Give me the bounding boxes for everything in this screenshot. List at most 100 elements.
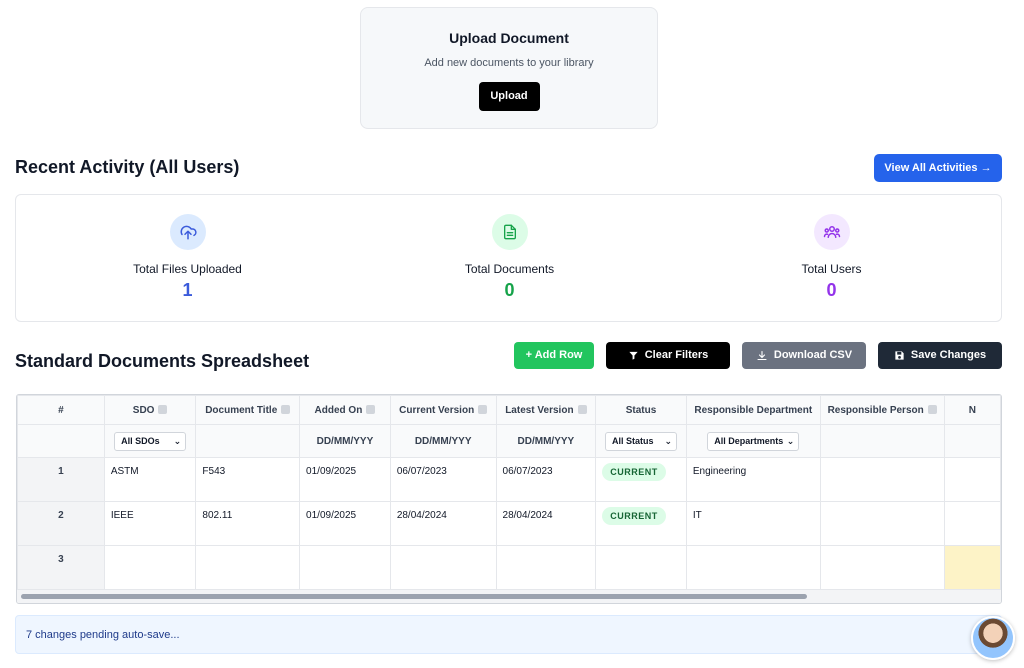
row-number: 3 (17, 545, 105, 590)
cell-latest[interactable] (495, 545, 597, 590)
scrollbar-thumb[interactable] (21, 594, 807, 599)
status-badge: CURRENT (602, 507, 666, 525)
stat-total-files: Total Files Uploaded 1 (23, 195, 352, 301)
status-badge: CURRENT (602, 463, 666, 481)
cell-added[interactable]: 01/09/2025 (299, 457, 391, 502)
header-row: # SDO Document Title Added On Current Ve… (17, 395, 1001, 425)
column-header[interactable]: Added On (299, 395, 391, 425)
column-header[interactable]: # (17, 395, 105, 425)
stat-total-documents: Total Documents 0 (345, 195, 674, 301)
cell-extra-selected[interactable] (943, 545, 1001, 590)
column-header[interactable]: SDO (103, 395, 197, 425)
column-header[interactable]: Document Title (195, 395, 301, 425)
current-version-filter[interactable]: DD/MM/YYY (415, 436, 472, 447)
table-row: 3 (17, 545, 1001, 590)
cell-status[interactable]: CURRENT (595, 457, 687, 502)
recent-activity-title: Recent Activity (All Users) (15, 157, 240, 177)
column-header[interactable]: Latest Version (495, 395, 597, 425)
sdo-filter-select[interactable]: All SDOs ⌄ (114, 431, 187, 451)
column-header[interactable]: Responsible Person (819, 395, 945, 425)
filter-x-icon (629, 351, 638, 360)
cloud-upload-icon (169, 214, 206, 250)
cell-department[interactable]: Engineering (685, 457, 821, 502)
clear-filters-button[interactable]: Clear Filters (606, 342, 730, 369)
autosave-status-bar: 7 changes pending auto-save... (15, 615, 1002, 654)
cell-person[interactable] (819, 457, 945, 502)
cell-title[interactable]: 802.11 (195, 501, 301, 546)
stats-card: Total Files Uploaded 1 Total Documents 0… (15, 194, 1002, 322)
row-number: 2 (17, 501, 105, 546)
chevron-down-icon: ⌄ (664, 435, 673, 446)
save-changes-button[interactable]: Save Changes (878, 342, 1002, 369)
document-icon (491, 214, 528, 250)
cell-sdo[interactable]: ASTM (103, 457, 197, 502)
upload-button[interactable]: Upload (478, 82, 540, 111)
users-icon (813, 214, 850, 250)
row-number: 1 (17, 457, 105, 502)
stat-label: Total Files Uploaded (133, 262, 242, 276)
clear-filters-label: Clear Filters (644, 349, 709, 361)
upload-title: Upload Document (449, 30, 569, 46)
save-icon (895, 351, 904, 360)
sort-icon[interactable] (158, 405, 168, 415)
cell-current[interactable]: 28/04/2024 (389, 501, 497, 546)
cell-status[interactable] (595, 545, 687, 590)
download-csv-button[interactable]: Download CSV (742, 342, 866, 369)
status-filter-select[interactable]: All Status ⌄ (605, 431, 678, 451)
cell-sdo[interactable] (103, 545, 197, 590)
spreadsheet-table: # SDO Document Title Added On Current Ve… (17, 395, 1001, 590)
latest-version-filter[interactable]: DD/MM/YYY (518, 436, 575, 447)
chevron-down-icon: ⌄ (173, 435, 182, 446)
stat-value: 1 (182, 280, 193, 300)
cell-status[interactable]: CURRENT (595, 501, 687, 546)
cell-extra[interactable] (943, 457, 1001, 502)
cell-current[interactable]: 06/07/2023 (389, 457, 497, 502)
sort-icon[interactable] (478, 405, 488, 415)
cell-department[interactable] (685, 545, 821, 590)
cell-department[interactable]: IT (685, 501, 821, 546)
cell-current[interactable] (389, 545, 497, 590)
save-changes-label: Save Changes (910, 349, 987, 361)
cell-person[interactable] (819, 501, 945, 546)
column-header[interactable]: Responsible Department (685, 395, 821, 425)
department-filter-select[interactable]: All Departments ⌄ (707, 431, 800, 451)
stat-label: Total Users (801, 262, 862, 276)
add-row-label: + Add Row (525, 349, 583, 361)
table-row: 1 ASTM F543 01/09/2025 06/07/2023 06/07/… (17, 457, 1001, 502)
cell-latest[interactable]: 06/07/2023 (495, 457, 597, 502)
stat-label: Total Documents (464, 262, 555, 276)
column-header[interactable]: N (943, 395, 1001, 425)
assistant-avatar[interactable] (971, 616, 1015, 660)
stat-value: 0 (504, 280, 515, 300)
autosave-status-text: 7 changes pending auto-save... (26, 629, 180, 641)
stat-value: 0 (826, 280, 837, 300)
chevron-down-icon: ⌄ (786, 435, 795, 446)
column-header[interactable]: Status (595, 395, 687, 425)
cell-person[interactable] (819, 545, 945, 590)
download-csv-label: Download CSV (773, 349, 853, 361)
added-on-filter[interactable]: DD/MM/YYY (317, 436, 374, 447)
table-row: 2 IEEE 802.11 01/09/2025 28/04/2024 28/0… (17, 501, 1001, 546)
view-all-activities-button[interactable]: View All Activities → (874, 154, 1002, 182)
upload-subtitle: Add new documents to your library (424, 57, 594, 69)
cell-title[interactable]: F543 (195, 457, 301, 502)
cell-added[interactable]: 01/09/2025 (299, 501, 391, 546)
sort-icon[interactable] (281, 405, 291, 415)
stat-total-users: Total Users 0 (667, 195, 996, 301)
column-header[interactable]: Current Version (389, 395, 497, 425)
sort-icon[interactable] (366, 405, 376, 415)
upload-card: Upload Document Add new documents to you… (360, 7, 658, 129)
cell-title[interactable] (195, 545, 301, 590)
spreadsheet-title: Standard Documents Spreadsheet (15, 351, 310, 371)
spreadsheet-grid: # SDO Document Title Added On Current Ve… (16, 394, 1002, 604)
cell-added[interactable] (299, 545, 391, 590)
cell-latest[interactable]: 28/04/2024 (495, 501, 597, 546)
sort-icon[interactable] (577, 405, 587, 415)
cell-extra[interactable] (943, 501, 1001, 546)
horizontal-scrollbar[interactable] (17, 589, 1001, 603)
sort-icon[interactable] (927, 405, 937, 415)
filter-row: All SDOs ⌄ DD/MM/YYY DD/MM/YYY DD/MM/YYY … (17, 424, 1001, 458)
add-row-button[interactable]: + Add Row (514, 342, 594, 369)
cell-sdo[interactable]: IEEE (103, 501, 197, 546)
download-icon (757, 350, 767, 360)
